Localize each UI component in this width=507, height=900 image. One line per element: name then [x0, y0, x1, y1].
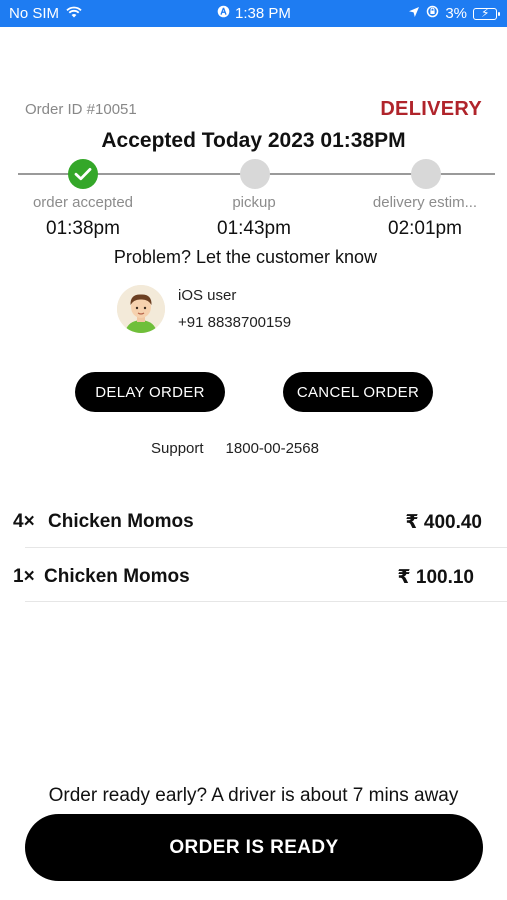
alarm-icon [217, 5, 230, 22]
item-qty: 4× [13, 511, 35, 532]
item-name: Chicken Momos [48, 511, 194, 532]
step-pickup-dot [240, 159, 270, 189]
accepted-title: Accepted Today 2023 01:38PM [101, 129, 406, 152]
item-price: ₹ 100.10 [397, 567, 474, 588]
battery-charging-icon: ⚡ [473, 6, 500, 20]
status-left: No SIM [9, 5, 82, 22]
rotation-lock-icon [426, 5, 439, 22]
support-label: Support [151, 440, 204, 457]
step-label: order accepted [32, 194, 134, 211]
step-delivery-dot [411, 159, 441, 189]
step-time: 01:38pm [46, 218, 120, 239]
delay-order-button[interactable]: DELAY ORDER [75, 372, 225, 412]
step-label: delivery estim... [372, 194, 478, 211]
customer-prompt: Problem? Let the customer know [113, 247, 378, 267]
step-label: pickup [232, 194, 276, 211]
item-qty: 1× [13, 566, 35, 587]
step-time: 02:01pm [388, 218, 462, 239]
status-bar: No SIM 1:38 PM 3% ⚡ [0, 0, 507, 27]
customer-phone[interactable]: +91 8838700159 [178, 314, 291, 331]
item-name: Chicken Momos [44, 566, 190, 587]
step-pickup: pickup 01:43pm [179, 194, 329, 240]
support-number[interactable]: 1800-00-2568 [226, 440, 319, 457]
step-accepted: order accepted 01:38pm [8, 194, 158, 240]
status-right: 3% ⚡ [408, 5, 500, 22]
battery-percent: 3% [445, 5, 467, 22]
order-ready-button[interactable]: ORDER IS READY [25, 814, 483, 881]
item-price: ₹ 400.40 [405, 512, 482, 533]
order-id: Order ID #10051 [25, 101, 137, 118]
customer-avatar [117, 285, 165, 333]
order-type-badge: DELIVERY [380, 98, 482, 120]
item-divider [25, 601, 507, 602]
driver-eta-note: Order ready early? A driver is about 7 m… [48, 785, 459, 806]
support-line: Support 1800-00-2568 [151, 440, 319, 457]
customer-name: iOS user [178, 287, 237, 304]
item-divider [25, 547, 507, 548]
list-item: 4× Chicken Momos ₹ 400.40 [0, 505, 507, 560]
step-time: 01:43pm [217, 218, 291, 239]
cancel-order-button[interactable]: CANCEL ORDER [283, 372, 433, 412]
clock-time: 1:38 PM [235, 5, 291, 22]
list-item: 1× Chicken Momos ₹ 100.10 [0, 560, 507, 615]
location-arrow-icon [408, 5, 420, 22]
step-delivery: delivery estim... 02:01pm [350, 194, 500, 240]
status-center: 1:38 PM [217, 5, 291, 22]
step-accepted-check-icon [68, 159, 98, 189]
carrier-label: No SIM [9, 5, 60, 22]
wifi-icon [66, 5, 82, 22]
